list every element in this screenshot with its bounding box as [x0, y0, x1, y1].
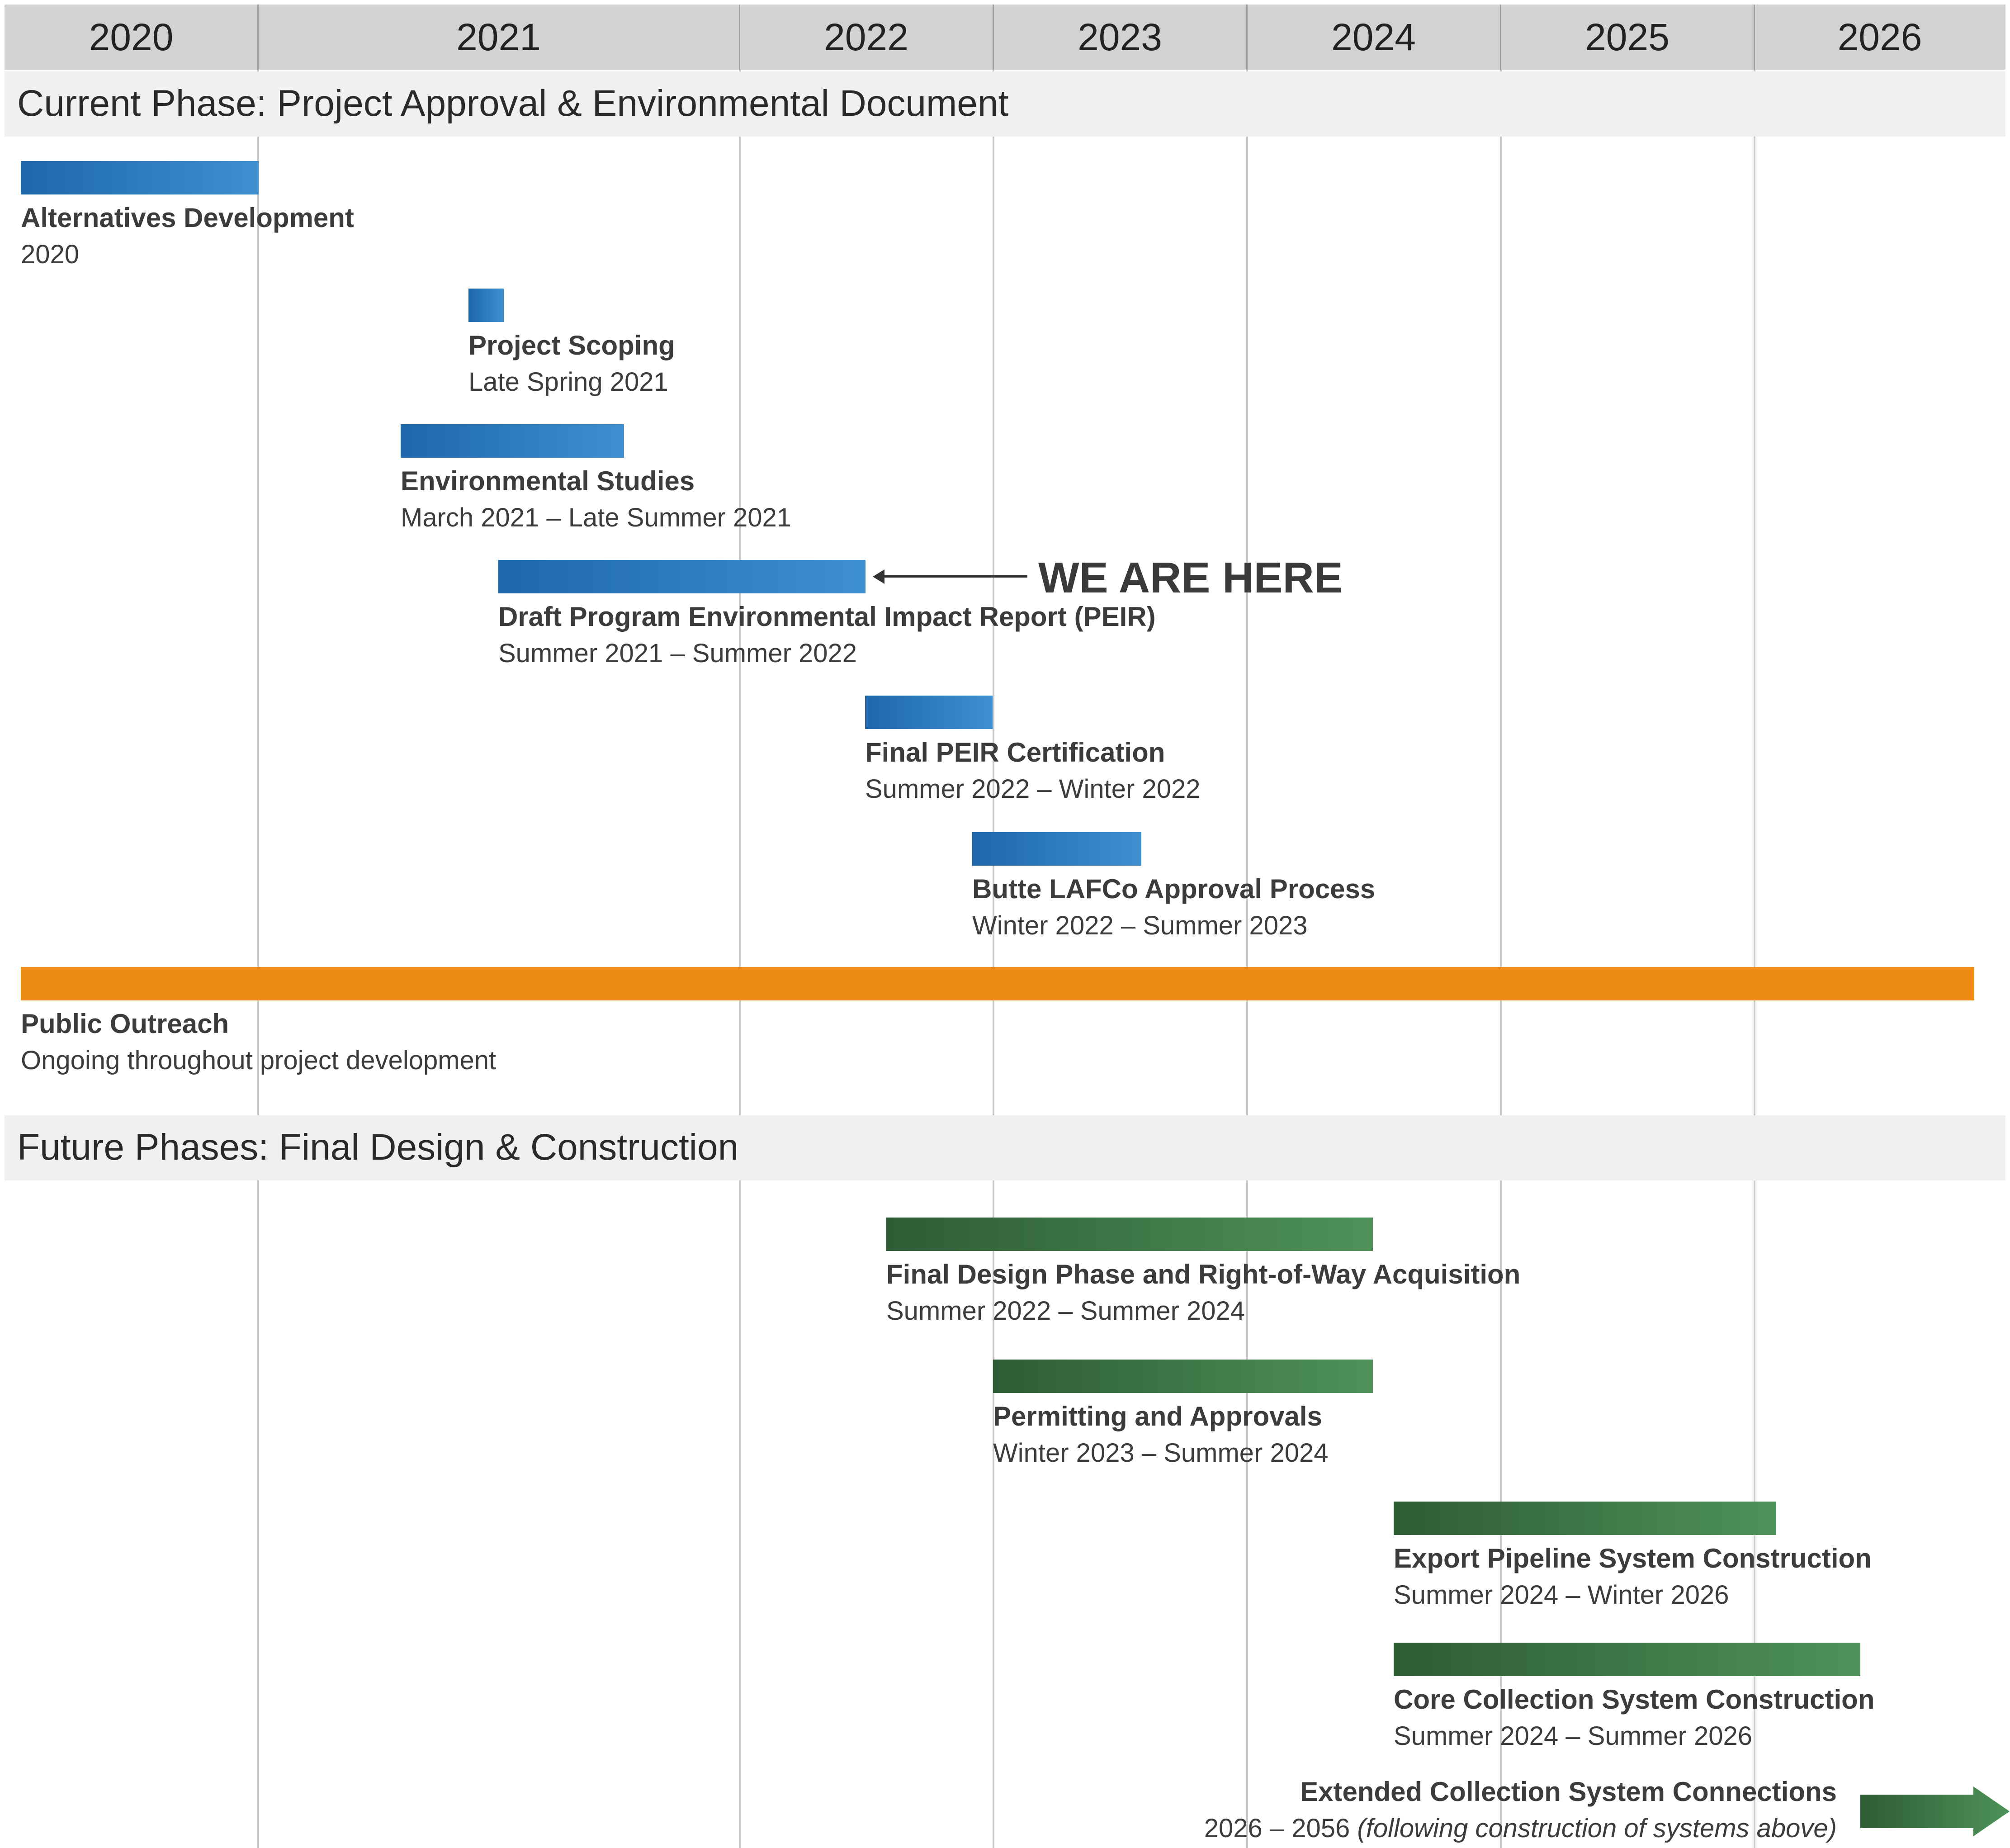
task-name: Public Outreach — [21, 1009, 229, 1039]
year-divider — [739, 5, 740, 70]
task-bar-project-scoping — [468, 289, 504, 322]
task-dates: 2026 – 2056 (following construction of s… — [1040, 1815, 1837, 1842]
arrow-right-icon — [1860, 1786, 2010, 1836]
task-bar-draft-peir — [498, 560, 865, 593]
task-dates: March 2021 – Late Summer 2021 — [401, 503, 792, 532]
year-divider — [1246, 5, 1248, 70]
task-bar-export-pipeline — [1394, 1502, 1776, 1535]
task-bar-final-peir-certification — [865, 696, 993, 729]
task-dates: Winter 2022 – Summer 2023 — [972, 911, 1308, 940]
task-dates: 2020 — [21, 240, 80, 269]
task-name: Alternatives Development — [21, 203, 354, 233]
task-name: Permitting and Approvals — [993, 1401, 1322, 1431]
year-label: 2023 — [1078, 16, 1162, 58]
task-name: Environmental Studies — [401, 466, 695, 496]
year-label: 2021 — [456, 16, 541, 58]
task-name: Export Pipeline System Construction — [1394, 1543, 1872, 1573]
task-bar-final-design — [886, 1218, 1373, 1251]
year-label: 2024 — [1331, 16, 1416, 58]
gridline-2022 — [739, 70, 741, 1848]
task-dates: Summer 2022 – Summer 2024 — [886, 1296, 1245, 1326]
task-dates: Late Spring 2021 — [468, 367, 668, 397]
task-dates: Summer 2021 – Summer 2022 — [498, 639, 857, 668]
gridline-2023 — [993, 70, 994, 1848]
year-divider — [1754, 5, 1755, 70]
task-bar-environmental-studies — [401, 424, 624, 458]
task-bar-public-outreach — [21, 967, 1974, 1000]
task-bar-alternatives-development — [21, 161, 259, 194]
we-are-here-arrow-line — [882, 575, 1027, 578]
task-name: Final PEIR Certification — [865, 737, 1165, 768]
project-timeline: 2020 2021 2022 2023 2024 2025 2026 Curre… — [0, 0, 2010, 1848]
task-bar-butte-lafco — [972, 832, 1141, 866]
task-name: Butte LAFCo Approval Process — [972, 874, 1376, 904]
task-bar-core-collection — [1394, 1643, 1860, 1676]
extended-note: (following construction of systems above… — [1357, 1814, 1837, 1843]
task-dates: Summer 2024 – Winter 2026 — [1394, 1580, 1729, 1610]
year-divider — [993, 5, 994, 70]
task-name: Core Collection System Construction — [1394, 1684, 1875, 1715]
year-label: 2026 — [1837, 16, 1922, 58]
we-are-here-label: WE ARE HERE — [1038, 554, 1343, 602]
task-name: Final Design Phase and Right-of-Way Acqu… — [886, 1259, 1521, 1289]
task-name: Draft Program Environmental Impact Repor… — [498, 602, 1156, 632]
extended-dates: 2026 – 2056 — [1204, 1814, 1350, 1843]
year-label: 2020 — [89, 16, 174, 58]
task-dates: Ongoing throughout project development — [21, 1046, 497, 1075]
task-name: Extended Collection System Connections — [1300, 1777, 1837, 1807]
task-dates: Summer 2024 – Summer 2026 — [1394, 1721, 1753, 1751]
year-divider — [1500, 5, 1501, 70]
task-dates: Summer 2022 – Winter 2022 — [865, 774, 1201, 804]
year-divider — [257, 5, 259, 70]
future-phases-title: Future Phases: Final Design & Constructi… — [17, 1127, 739, 1168]
year-label: 2025 — [1585, 16, 1669, 58]
gridline-2021 — [257, 70, 259, 1848]
current-phase-title: Current Phase: Project Approval & Enviro… — [17, 83, 1009, 124]
task-dates: Winter 2023 – Summer 2024 — [993, 1438, 1329, 1468]
task-name: Project Scoping — [468, 330, 675, 360]
gridline-2026 — [1754, 70, 1755, 1848]
task-bar-permitting — [993, 1360, 1373, 1393]
gridline-2024 — [1246, 70, 1248, 1848]
year-label: 2022 — [824, 16, 908, 58]
